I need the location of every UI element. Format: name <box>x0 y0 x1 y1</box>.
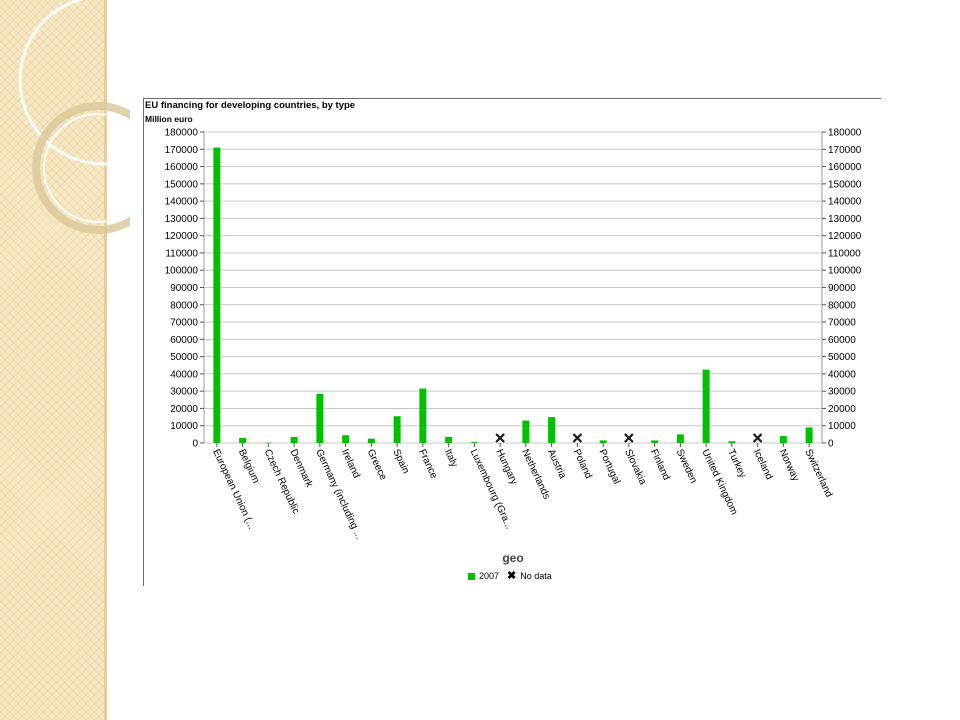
x-tick-label: Ireland <box>339 448 362 480</box>
y-tick-label-left: 110000 <box>165 248 198 259</box>
y-tick-label-left: 160000 <box>165 162 199 173</box>
x-tick-label: Slovakia <box>622 448 648 487</box>
y-tick-label-right: 70000 <box>828 318 856 329</box>
x-tick-label: Switzerland <box>802 448 834 500</box>
y-tick-label-right: 150000 <box>828 179 862 190</box>
y-tick-label-right: 120000 <box>828 231 862 242</box>
bar <box>419 388 427 443</box>
bar <box>728 441 736 443</box>
y-tick-label-right: 60000 <box>828 335 856 346</box>
x-tick-label: Turkey <box>725 448 748 480</box>
y-tick-label-left: 170000 <box>165 145 199 156</box>
x-tick-label: Hungary <box>493 448 519 487</box>
x-tick-label: Belgium <box>236 448 261 485</box>
y-tick-label-right: 140000 <box>828 197 862 208</box>
y-tick-label-right: 20000 <box>828 404 856 415</box>
bar <box>702 369 710 443</box>
y-tick-label-right: 90000 <box>828 283 856 294</box>
bar <box>676 434 684 443</box>
y-tick-label-left: 40000 <box>170 369 198 380</box>
x-tick-label: Poland <box>571 448 594 481</box>
y-tick-label-left: 80000 <box>170 300 198 311</box>
y-tick-label-left: 60000 <box>170 335 198 346</box>
bar <box>651 440 659 443</box>
y-tick-label-right: 180000 <box>828 128 862 139</box>
x-tick-label: Austria <box>545 448 568 481</box>
y-tick-label-left: 90000 <box>170 283 198 294</box>
bar <box>239 437 247 443</box>
x-tick-label: Germany (including ... <box>313 448 364 541</box>
bar <box>522 420 530 443</box>
x-tick-label: Greece <box>365 448 389 483</box>
y-tick-label-right: 130000 <box>828 214 862 225</box>
x-tick-label: Sweden <box>674 448 699 485</box>
y-tick-label-left: 30000 <box>170 387 198 398</box>
x-tick-label: Iceland <box>751 448 775 482</box>
y-tick-label-left: 140000 <box>165 197 199 208</box>
y-tick-label-left: 0 <box>192 439 198 450</box>
bar <box>367 438 375 443</box>
y-tick-label-right: 170000 <box>828 145 862 156</box>
y-tick-label-right: 10000 <box>828 421 856 432</box>
bar <box>290 436 298 443</box>
bar <box>548 417 556 443</box>
bar <box>393 416 401 443</box>
y-tick-label-left: 50000 <box>170 352 198 363</box>
x-axis-title: geo <box>502 551 523 565</box>
y-tick-label-right: 80000 <box>828 300 856 311</box>
y-tick-label-left: 120000 <box>165 231 199 242</box>
y-tick-label-right: 40000 <box>828 369 856 380</box>
bar <box>445 436 453 443</box>
no-data-icon: ✖ <box>507 570 517 582</box>
chart-legend: 2007 ✖ No data <box>468 570 552 582</box>
y-tick-label-right: 160000 <box>828 162 862 173</box>
legend-label-no-data: No data <box>520 571 552 581</box>
bar <box>805 427 813 443</box>
y-tick-label-left: 150000 <box>165 179 199 190</box>
bar <box>342 435 350 443</box>
x-tick-label: Finland <box>648 448 672 482</box>
y-tick-label-right: 110000 <box>828 248 861 259</box>
x-tick-label: Italy <box>442 448 460 469</box>
y-tick-label-right: 0 <box>828 439 834 450</box>
y-tick-label-left: 10000 <box>170 421 198 432</box>
bar <box>316 393 324 443</box>
y-tick-label-right: 100000 <box>828 266 862 277</box>
y-tick-label-left: 130000 <box>165 214 199 225</box>
legend-label-2007: 2007 <box>479 571 500 581</box>
bar <box>470 442 478 443</box>
y-tick-label-right: 30000 <box>828 387 856 398</box>
y-tick-label-left: 20000 <box>170 404 198 415</box>
x-tick-label: Norway <box>777 448 801 483</box>
x-tick-label: Portugal <box>596 448 622 486</box>
bar <box>599 440 607 443</box>
legend-swatch-2007 <box>468 572 475 580</box>
y-tick-label-left: 180000 <box>165 128 199 139</box>
bar <box>779 436 787 443</box>
bar <box>213 147 221 444</box>
x-tick-label: France <box>416 448 439 481</box>
bar-chart: 0 0 10000 10000 20000 20000 30000 30000 40000 400… <box>165 128 862 566</box>
y-tick-label-left: 100000 <box>165 266 199 277</box>
y-tick-label-left: 70000 <box>170 318 198 329</box>
y-tick-label-right: 50000 <box>828 352 856 363</box>
x-tick-label: Spain <box>390 448 411 476</box>
x-tick-label: Denmark <box>287 448 315 490</box>
